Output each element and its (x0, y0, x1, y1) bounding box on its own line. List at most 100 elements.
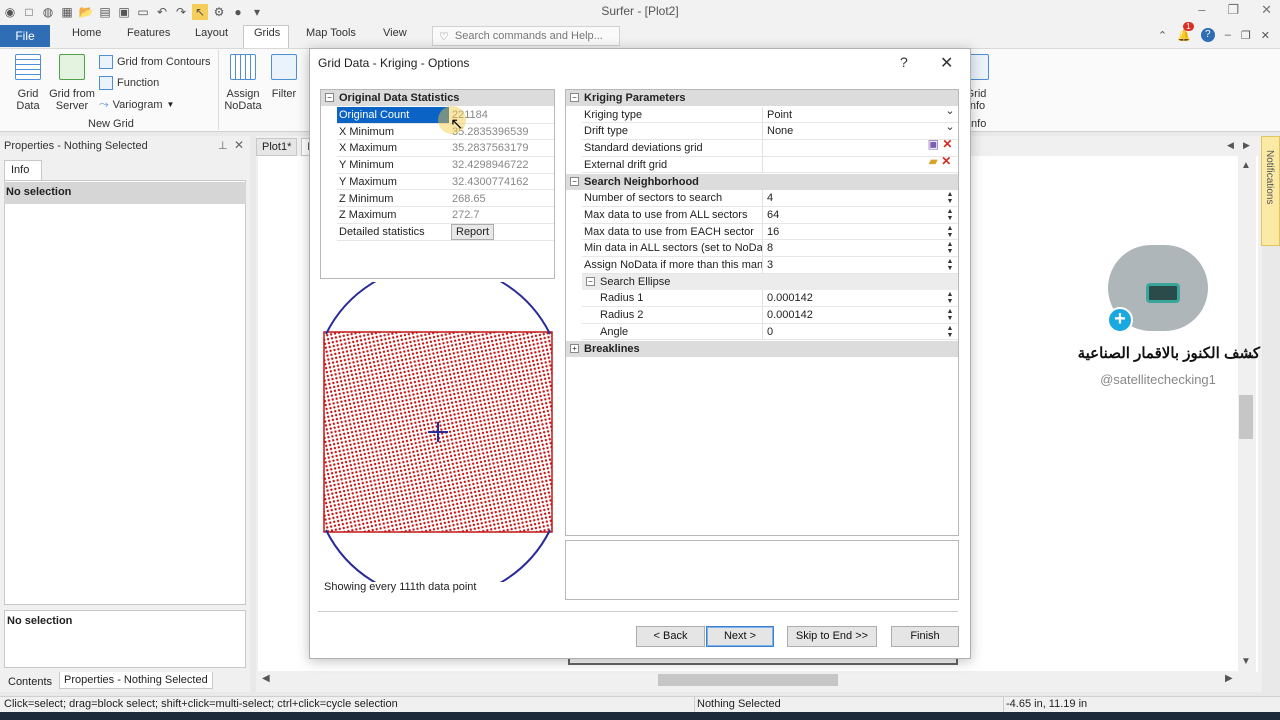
parameter-value[interactable]: 4 (764, 190, 924, 206)
doc-minimize-icon[interactable]: – (1225, 29, 1231, 41)
parameter-value[interactable]: 0.000142 (764, 307, 924, 323)
tab-features[interactable]: Features (127, 27, 170, 39)
spinner-icon[interactable]: ▲ ▼ (944, 225, 956, 239)
collapse-icon[interactable]: − (570, 93, 579, 102)
help-icon[interactable]: ? (1200, 28, 1215, 42)
parameter-value[interactable]: 8 (764, 240, 924, 256)
pin-icon[interactable]: ⊥ (218, 139, 228, 152)
dialog-help-icon[interactable]: ? (900, 54, 908, 70)
scroll-left-icon[interactable]: ◀ (262, 673, 270, 684)
doc-restore-icon[interactable]: ❐ (1241, 29, 1251, 42)
spinner-icon[interactable]: ▲ ▼ (944, 258, 956, 272)
tab-plot1[interactable]: Plot1* (256, 138, 298, 156)
stats-row[interactable]: Z Minimum 268.65 (337, 191, 554, 208)
grid-file-controls[interactable]: ▰ ✕ (924, 155, 956, 172)
collapse-icon[interactable]: − (586, 276, 595, 286)
spinner-icon[interactable]: ▲ ▼ (944, 241, 956, 255)
parameter-value[interactable]: 16 (764, 224, 924, 240)
parameter-value[interactable]: 3 (764, 257, 924, 273)
tab-grids[interactable]: Grids (254, 27, 280, 39)
parameter-row[interactable]: Radius 2 0.000142 ▲ ▼ (582, 307, 958, 324)
parameter-value[interactable]: None (764, 123, 924, 139)
collapse-icon[interactable]: − (570, 176, 579, 186)
stats-row[interactable]: Z Maximum 272.7 (337, 207, 554, 224)
scroll-up-icon[interactable]: ▲ (1241, 160, 1251, 171)
tab-view[interactable]: View (383, 27, 407, 39)
tab-properties[interactable]: Properties - Nothing Selected (59, 672, 213, 689)
follow-plus-icon[interactable]: + (1107, 307, 1133, 333)
parameter-row[interactable]: Number of sectors to search 4 ▲ ▼ (582, 190, 958, 207)
clear-icon[interactable]: ✕ (941, 154, 951, 168)
skip-to-end-button[interactable]: Skip to End >> (787, 626, 877, 647)
parameter-value[interactable]: Point (764, 107, 924, 123)
parameter-row[interactable]: Assign NoData if more than this man... 3 ▲… (582, 257, 958, 274)
bell-icon[interactable]: 🔔 1 (1177, 21, 1194, 42)
tab-layout[interactable]: Layout (195, 27, 228, 39)
assign-nodata-button[interactable]: Assign NoData (224, 54, 262, 112)
dropdown-icon[interactable]: ⌄ (944, 105, 956, 122)
close-window-icon[interactable]: ✕ (1261, 2, 1272, 18)
grid-from-contours-button[interactable]: Grid from Contours (99, 55, 211, 69)
report-button[interactable]: Report (451, 224, 495, 240)
filter-button[interactable]: Filter (268, 54, 300, 100)
breaklines-header[interactable]: + Breaklines (566, 340, 958, 357)
tab-scroll-left-icon[interactable]: ◀ (1227, 140, 1234, 151)
back-button[interactable]: < Back (636, 626, 705, 647)
tab-scroll-right-icon[interactable]: ▶ (1243, 140, 1250, 151)
parameter-value[interactable]: 64 (764, 207, 924, 223)
parameter-value[interactable]: 0.000142 (764, 290, 924, 306)
spinner-icon[interactable]: ▲ ▼ (944, 308, 956, 322)
parameter-row[interactable]: Max data to use from EACH sector 16 ▲ ▼ (582, 223, 958, 241)
stats-row[interactable]: Y Minimum 32.4298946722 (337, 157, 554, 174)
search-commands-input[interactable]: ♡ Search commands and Help... (432, 26, 620, 46)
parameter-row[interactable]: Angle 0 ▲ ▼ (582, 323, 958, 341)
chevron-down-icon[interactable]: ⌄ (1245, 346, 1256, 362)
tab-home[interactable]: Home (72, 27, 101, 39)
column-divider (762, 240, 763, 257)
grid-data-button[interactable]: Grid Data (10, 54, 46, 112)
parameter-row[interactable]: Kriging type Point ⌄ (582, 105, 958, 124)
save-grid-icon[interactable]: ▣ (928, 137, 939, 151)
parameter-value[interactable]: 0 (764, 324, 924, 340)
showing-data-caption: Showing every 111th data point (324, 581, 477, 593)
parameter-row[interactable]: Drift type None ⌄ (582, 122, 958, 141)
stats-row[interactable]: Y Maximum 32.4300774162 (337, 174, 554, 191)
close-panel-icon[interactable]: ✕ (234, 138, 244, 152)
tab-map-tools[interactable]: Map Tools (306, 27, 356, 39)
parameter-row[interactable]: Min data in ALL sectors (set to NoDat...… (582, 240, 958, 257)
spinner-icon[interactable]: ▲ ▼ (944, 325, 956, 339)
kriging-parameters-header[interactable]: − Kriging Parameters (566, 90, 958, 106)
grid-from-server-button[interactable]: Grid from Server (48, 54, 96, 112)
parameter-row[interactable]: Radius 1 0.000142 ▲ ▼ (582, 290, 958, 308)
restore-icon[interactable]: ❐ (1227, 2, 1239, 18)
horizontal-scroll-thumb[interactable] (658, 674, 838, 686)
function-button[interactable]: Function (99, 76, 159, 90)
finish-button[interactable]: Finish (891, 626, 959, 647)
expand-icon[interactable]: + (570, 343, 579, 353)
spinner-icon[interactable]: ▲ ▼ (944, 291, 956, 305)
variogram-button[interactable]: ⤳ Variogram ▼ (99, 97, 174, 112)
search-ellipse-header[interactable]: − Search Ellipse (582, 273, 958, 290)
open-grid-icon[interactable]: ▰ (929, 154, 938, 168)
minimize-icon[interactable]: – (1198, 2, 1205, 18)
collapse-ribbon-icon[interactable]: ⌃ (1158, 29, 1167, 42)
parameter-row[interactable]: External drift grid ▰ ✕ (582, 155, 958, 174)
tab-file[interactable]: File (0, 25, 50, 47)
parameter-row[interactable]: Standard deviations grid ▣ ✕ (582, 137, 958, 157)
clear-icon[interactable]: ✕ (942, 137, 952, 151)
search-neighborhood-header[interactable]: − Search Neighborhood (566, 173, 958, 190)
doc-close-icon[interactable]: ✕ (1261, 29, 1270, 42)
stats-section-header[interactable]: − Original Data Statistics (321, 90, 554, 106)
spinner-icon[interactable]: ▲ ▼ (944, 208, 956, 222)
parameter-row[interactable]: Max data to use from ALL sectors 64 ▲ ▼ (582, 206, 958, 224)
next-button[interactable]: Next > (706, 626, 774, 647)
dialog-close-icon[interactable]: ✕ (940, 53, 953, 73)
tab-info[interactable]: Info (4, 160, 42, 180)
scroll-down-icon[interactable]: ▼ (1241, 656, 1251, 667)
scroll-right-icon[interactable]: ▶ (1225, 673, 1233, 684)
tab-contents[interactable]: Contents (4, 674, 56, 690)
vertical-scroll-thumb[interactable] (1239, 395, 1253, 439)
collapse-icon[interactable]: − (325, 93, 334, 102)
spinner-icon[interactable]: ▲ ▼ (944, 191, 956, 205)
stats-row[interactable]: X Maximum 35.2837563179 (337, 140, 554, 158)
